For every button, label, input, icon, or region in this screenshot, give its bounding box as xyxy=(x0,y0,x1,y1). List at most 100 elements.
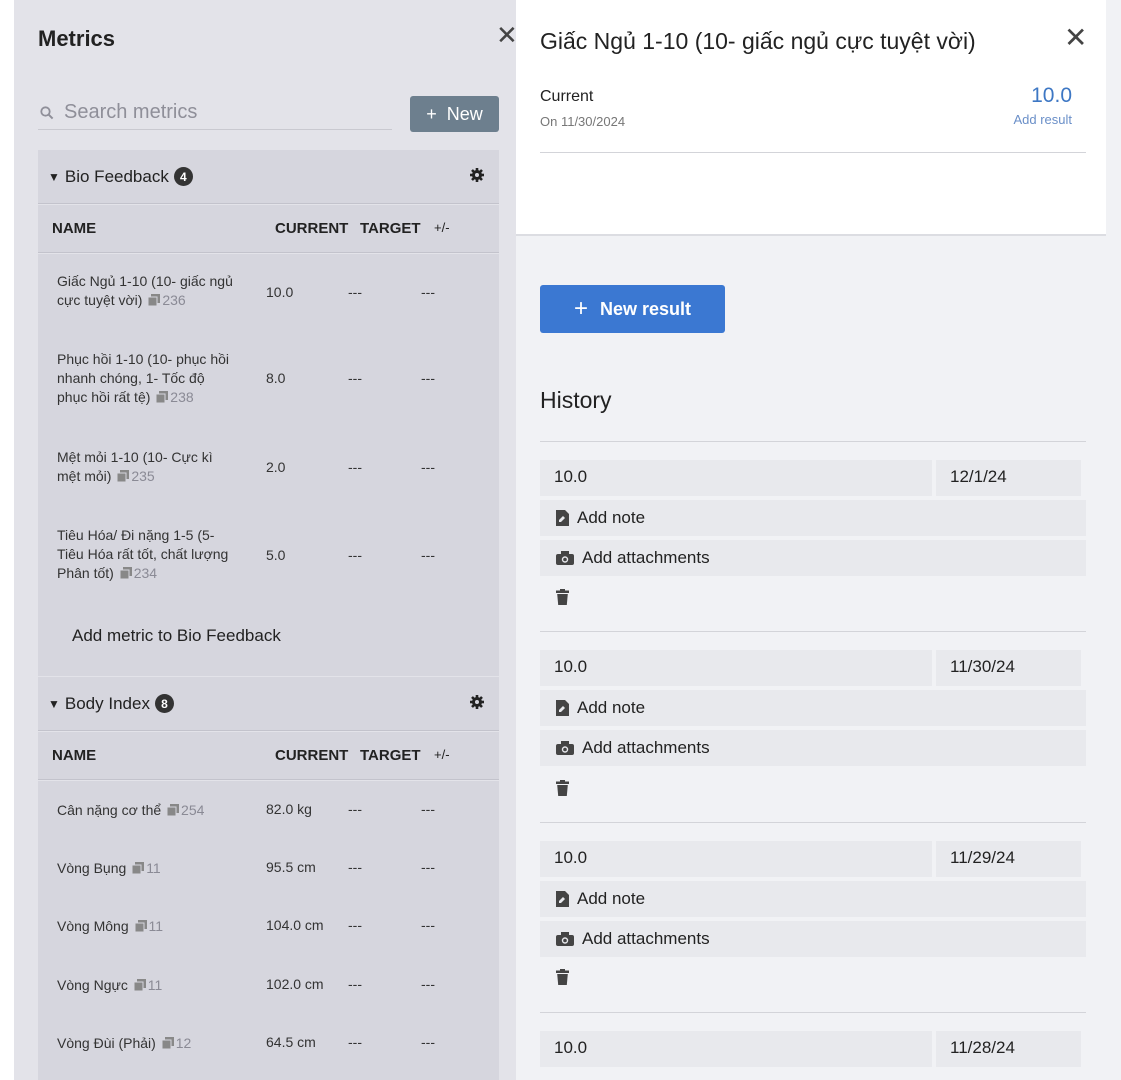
gear-icon[interactable] xyxy=(469,167,485,188)
add-attachments-button[interactable]: Add attachments xyxy=(540,730,1086,766)
current-value: 5.0 xyxy=(266,547,286,563)
search-placeholder: Search metrics xyxy=(64,101,198,123)
caret-down-icon: ▼ xyxy=(48,696,60,711)
plus-icon: + xyxy=(573,295,588,322)
target-value: --- xyxy=(348,801,362,817)
current-value: 95.5 cm xyxy=(266,859,316,875)
col-target: TARGET xyxy=(360,747,421,764)
copy-icon xyxy=(132,862,145,874)
close-icon[interactable]: ✕ xyxy=(1064,24,1087,52)
add-attachments-button[interactable]: Add attachments xyxy=(540,921,1086,957)
entry-value[interactable]: 10.0 xyxy=(540,841,932,877)
trash-icon[interactable] xyxy=(556,780,569,801)
metric-name: Mệt mỏi 1-10 (10- Cực kì mệt mỏi) 235 xyxy=(57,449,213,484)
note-icon xyxy=(556,510,569,526)
copy-icon xyxy=(117,470,130,482)
metric-name: Vòng Đùi (Phải) 12 xyxy=(57,1035,192,1051)
add-attachments-label: Add attachments xyxy=(582,548,710,567)
close-icon[interactable]: ✕ xyxy=(496,22,518,48)
table-row[interactable]: Vòng Ngực 11 102.0 cm --- --- xyxy=(38,976,499,998)
entry-date[interactable]: 12/1/24 xyxy=(936,460,1081,496)
entry-date[interactable]: 11/29/24 xyxy=(936,841,1081,877)
history-entry: 10.0 12/1/24 Add note Add attachments xyxy=(540,441,1086,631)
caret-down-icon: ▼ xyxy=(48,169,60,184)
note-icon xyxy=(556,700,569,716)
diff-value: --- xyxy=(421,1034,435,1050)
gear-icon[interactable] xyxy=(469,694,485,715)
detail-header: Giấc Ngủ 1-10 (10- giấc ngủ cực tuyệt vờ… xyxy=(516,0,1106,236)
table-row[interactable]: Mệt mỏi 1-10 (10- Cực kì mệt mỏi) 235 2.… xyxy=(38,448,499,488)
table-row[interactable]: Phục hồi 1-10 (10- phục hồi nhanh chóng,… xyxy=(38,350,499,410)
table-row[interactable]: Vòng Đùi (Phải) 12 64.5 cm --- --- xyxy=(38,1034,499,1056)
camera-icon xyxy=(556,551,574,565)
add-note-button[interactable]: Add note xyxy=(540,690,1086,726)
target-value: --- xyxy=(348,859,362,875)
metric-name: Tiêu Hóa/ Đi nặng 1-5 (5- Tiêu Hóa rất t… xyxy=(57,527,229,581)
current-value: 64.5 cm xyxy=(266,1034,316,1050)
diff-value: --- xyxy=(421,284,435,300)
diff-value: --- xyxy=(421,859,435,875)
copy-icon xyxy=(161,1037,174,1049)
new-metric-button[interactable]: + New xyxy=(410,96,499,132)
entry-date[interactable]: 11/30/24 xyxy=(936,650,1081,686)
table-row[interactable]: Vòng Bụng 11 95.5 cm --- --- xyxy=(38,859,499,881)
plus-icon: + xyxy=(426,103,437,124)
group-header-body-index[interactable]: ▼ Body Index 8 xyxy=(38,677,499,731)
new-result-label: New result xyxy=(599,298,692,319)
diff-value: --- xyxy=(421,547,435,563)
col-name: NAME xyxy=(52,220,97,237)
metric-name: Vòng Ngực 11 xyxy=(57,977,163,993)
metric-list: Giấc Ngủ 1-10 (10- giấc ngủ cực tuyệt vờ… xyxy=(38,254,499,676)
diff-value: --- xyxy=(421,459,435,475)
table-header: NAME CURRENT TARGET +/- xyxy=(38,732,499,780)
table-row[interactable]: Giấc Ngủ 1-10 (10- giấc ngủ cực tuyệt vờ… xyxy=(38,272,499,332)
current-label: Current xyxy=(540,88,594,105)
new-result-button[interactable]: + New result xyxy=(540,285,725,333)
entry-date[interactable]: 11/28/24 xyxy=(936,1031,1081,1067)
trash-icon[interactable] xyxy=(556,589,569,610)
add-metric-link[interactable]: Add metric to Bio Feedback xyxy=(72,626,281,646)
search-input[interactable]: Search metrics xyxy=(38,96,392,130)
metric-name: Vòng Mông 11 xyxy=(57,918,164,934)
table-row[interactable]: Cân nặng cơ thể 254 82.0 kg --- --- xyxy=(38,801,499,823)
search-icon xyxy=(38,104,56,122)
add-attachments-button[interactable]: Add attachments xyxy=(540,540,1086,576)
group-count-badge: 4 xyxy=(173,167,193,186)
new-button-label: New xyxy=(446,103,483,124)
entry-value[interactable]: 10.0 xyxy=(540,1031,932,1067)
group-name: Body Index xyxy=(64,693,150,713)
copy-icon xyxy=(119,567,132,579)
diff-value: --- xyxy=(421,801,435,817)
add-note-label: Add note xyxy=(577,508,646,527)
metric-name: Phục hồi 1-10 (10- phục hồi nhanh chóng,… xyxy=(57,351,229,405)
group-header-bio-feedback[interactable]: ▼ Bio Feedback 4 xyxy=(38,150,499,204)
current-value: 10.0 xyxy=(1031,84,1072,107)
metric-name: Cân nặng cơ thể 254 xyxy=(57,802,205,818)
add-note-button[interactable]: Add note xyxy=(540,881,1086,917)
metrics-title: Metrics xyxy=(38,26,116,51)
copy-icon xyxy=(156,391,169,403)
history-entry: 10.0 11/29/24 Add note Add attachments xyxy=(540,822,1086,1012)
divider xyxy=(540,152,1086,153)
add-note-button[interactable]: Add note xyxy=(540,500,1086,536)
add-result-link[interactable]: Add result xyxy=(1013,112,1072,127)
col-name: NAME xyxy=(52,747,97,764)
target-value: --- xyxy=(348,547,362,563)
group-count-badge: 8 xyxy=(154,694,174,713)
metric-name: Vòng Bụng 11 xyxy=(57,860,161,876)
col-diff: +/- xyxy=(434,220,450,235)
col-current: CURRENT xyxy=(275,220,349,237)
add-note-label: Add note xyxy=(577,698,646,717)
trash-icon[interactable] xyxy=(556,969,569,990)
diff-value: --- xyxy=(421,370,435,386)
table-row[interactable]: Vòng Mông 11 104.0 cm --- --- xyxy=(38,917,499,939)
metric-list: Cân nặng cơ thể 254 82.0 kg --- --- Vòng… xyxy=(38,781,499,1080)
entry-value[interactable]: 10.0 xyxy=(540,460,932,496)
table-row[interactable]: Tiêu Hóa/ Đi nặng 1-5 (5- Tiêu Hóa rất t… xyxy=(38,526,499,586)
current-value: 10.0 xyxy=(266,284,294,300)
entry-value[interactable]: 10.0 xyxy=(540,650,932,686)
current-value: 102.0 cm xyxy=(266,976,324,992)
target-value: --- xyxy=(348,1034,362,1050)
group-name: Bio Feedback xyxy=(64,166,169,186)
copy-icon xyxy=(134,920,147,932)
